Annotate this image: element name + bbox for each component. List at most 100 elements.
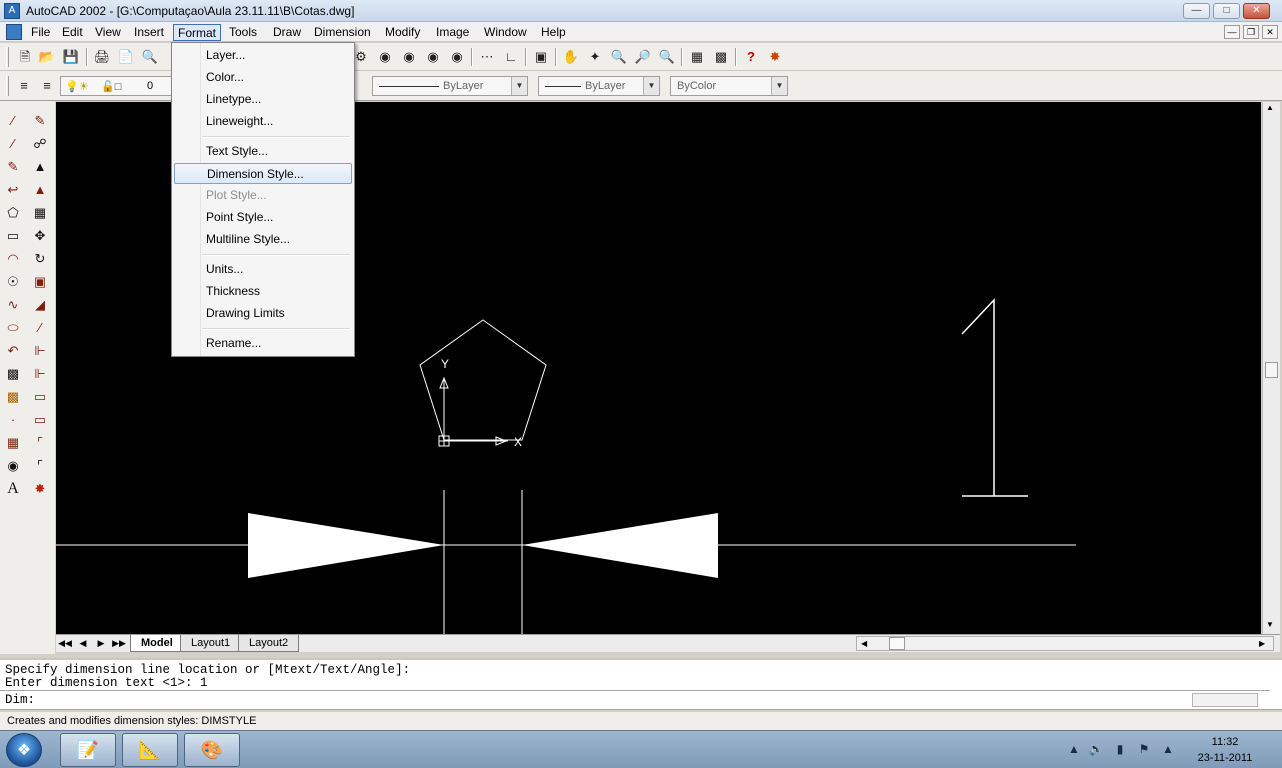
spline-icon[interactable]: ∿ <box>3 295 23 315</box>
menu-window[interactable]: Window <box>480 24 531 41</box>
chevron-down-icon[interactable]: ▼ <box>771 77 787 95</box>
linetype-select[interactable]: ByLayer ▼ <box>372 76 528 96</box>
show-hidden-icons-icon[interactable]: ▲ <box>1066 741 1082 757</box>
menu-item-layer[interactable]: Layer... <box>174 45 352 66</box>
menu-item-rename[interactable]: Rename... <box>174 333 352 354</box>
save-icon[interactable]: 💾 <box>62 48 80 66</box>
menu-item-thickness[interactable]: Thickness <box>174 281 352 302</box>
chevron-down-icon[interactable]: ▼ <box>511 77 527 95</box>
distance-icon[interactable]: ⋯ <box>478 48 496 66</box>
point-icon[interactable]: · <box>3 410 23 430</box>
aerial-view-icon[interactable]: ▣ <box>532 48 550 66</box>
first-tab-icon[interactable]: ◀◀ <box>57 636 73 651</box>
toolbar-grip[interactable] <box>6 47 9 67</box>
make-block-icon[interactable]: ▩ <box>3 387 23 407</box>
menu-help[interactable]: Help <box>537 24 570 41</box>
menu-image[interactable]: Image <box>432 24 473 41</box>
rectangle-icon[interactable]: ▭ <box>3 226 23 246</box>
open-folder-icon[interactable]: 📂 <box>38 48 56 66</box>
offset-icon[interactable]: ▲ <box>30 180 50 200</box>
autocad-app-icon[interactable]: A <box>4 3 20 19</box>
ucs-icon[interactable]: ∟ <box>502 48 520 66</box>
tab-layout2[interactable]: Layout2 <box>238 635 300 652</box>
menu-item-dimension-style[interactable]: Dimension Style... <box>174 163 352 184</box>
notepad-task-icon[interactable]: 📝 <box>60 733 116 767</box>
polygon-icon[interactable]: ↩ <box>3 180 23 200</box>
ellipse-arc-icon[interactable]: ↶ <box>3 341 23 361</box>
menu-edit[interactable]: Edit <box>58 24 87 41</box>
doc-minimize-button[interactable]: — <box>1224 25 1240 39</box>
command-window[interactable]: Specify dimension line location or [Mtex… <box>0 658 1282 710</box>
print-preview-icon[interactable]: 📄 <box>117 48 135 66</box>
menu-draw[interactable]: Draw <box>269 24 305 41</box>
device-icon[interactable]: ▮ <box>1112 741 1128 757</box>
scroll-thumb[interactable] <box>1265 362 1278 378</box>
copy-icon[interactable]: ☍ <box>30 134 50 154</box>
tab-model[interactable]: Model <box>130 635 184 652</box>
document-icon[interactable] <box>6 24 22 40</box>
menu-item-lineweight[interactable]: Lineweight... <box>174 111 352 132</box>
construction-line-icon[interactable]: ∕ <box>3 134 23 154</box>
scroll-left-icon[interactable]: ◀ <box>861 637 867 650</box>
mirror-icon[interactable]: ▲ <box>30 157 50 177</box>
menu-item-text-style[interactable]: Text Style... <box>174 141 352 162</box>
print-icon[interactable]: 🖨 <box>93 48 111 66</box>
multiline-text-icon[interactable]: A <box>3 479 23 499</box>
pentagon-icon[interactable]: ⬠ <box>3 203 23 223</box>
spell-check-icon[interactable]: 🔍 <box>141 48 159 66</box>
maximize-button[interactable]: □ <box>1213 3 1240 19</box>
menu-format[interactable]: Format <box>173 24 222 41</box>
chevron-down-icon[interactable]: ▼ <box>643 77 659 95</box>
menu-item-point-style[interactable]: Point Style... <box>174 207 352 228</box>
close-button[interactable]: ✕ <box>1243 3 1270 19</box>
doc-restore-button[interactable]: ❐ <box>1243 25 1259 39</box>
autocad-task-icon[interactable]: 📐 <box>122 733 178 767</box>
menu-item-linetype[interactable]: Linetype... <box>174 89 352 110</box>
menu-modify[interactable]: Modify <box>381 24 424 41</box>
zoom-previous-icon[interactable]: 🔎 <box>634 48 652 66</box>
insert-block-icon[interactable]: ▩ <box>3 364 23 384</box>
menu-dimension[interactable]: Dimension <box>310 24 375 41</box>
start-button[interactable]: ❖ <box>6 733 42 767</box>
circle-icon[interactable]: ☉ <box>3 272 23 292</box>
scroll-down-icon[interactable]: ▼ <box>1266 620 1274 629</box>
3d-orbit-icon[interactable]: ◉ <box>424 48 442 66</box>
make-current-layer-icon[interactable]: ≡ <box>38 77 56 95</box>
horizontal-scrollbar[interactable]: ◀ ▶ <box>856 636 1274 651</box>
polyline-icon[interactable]: ✎ <box>3 157 23 177</box>
minimize-button[interactable]: — <box>1183 3 1210 19</box>
scroll-up-icon[interactable]: ▲ <box>1266 103 1274 112</box>
next-tab-icon[interactable]: ▶ <box>93 636 109 651</box>
vertical-scrollbar[interactable]: ▲ ▼ <box>1262 102 1280 634</box>
named-views-icon[interactable]: ◉ <box>400 48 418 66</box>
zoom-extents-icon[interactable]: 🔍 <box>658 48 676 66</box>
hatch-icon[interactable]: ▦ <box>3 433 23 453</box>
menu-file[interactable]: File <box>27 24 54 41</box>
erase-icon[interactable]: ✎ <box>30 111 50 131</box>
properties-icon[interactable]: ▦ <box>688 48 706 66</box>
doc-close-button[interactable]: ✕ <box>1262 25 1278 39</box>
fillet-icon[interactable]: ⌜ <box>30 456 50 476</box>
menu-item-units[interactable]: Units... <box>174 259 352 280</box>
new-file-icon[interactable]: 🗎 <box>16 48 34 66</box>
lengthen-icon[interactable]: ∕ <box>30 318 50 338</box>
menu-view[interactable]: View <box>91 24 125 41</box>
line-icon[interactable]: ∕ <box>3 111 23 131</box>
ellipse-icon[interactable]: ⬭ <box>3 318 23 338</box>
menu-insert[interactable]: Insert <box>130 24 168 41</box>
scroll-right-icon[interactable]: ▶ <box>1259 637 1265 650</box>
today-icon[interactable]: ✸ <box>766 48 784 66</box>
prev-tab-icon[interactable]: ◀ <box>75 636 91 651</box>
trim-icon[interactable]: ⊩ <box>30 341 50 361</box>
help-icon[interactable]: ? <box>742 48 760 66</box>
menu-item-drawing-limits[interactable]: Drawing Limits <box>174 303 352 324</box>
lineweight-select[interactable]: ByLayer ▼ <box>538 76 660 96</box>
menu-tools[interactable]: Tools <box>225 24 261 41</box>
break-icon[interactable]: ▭ <box>30 387 50 407</box>
last-tab-icon[interactable]: ▶▶ <box>111 636 127 651</box>
layers-icon[interactable]: ≡ <box>15 77 33 95</box>
render-icon[interactable]: ◉ <box>448 48 466 66</box>
region-icon[interactable]: ◉ <box>3 456 23 476</box>
plotstyle-select[interactable]: ByColor ▼ <box>670 76 788 96</box>
move-icon[interactable]: ✥ <box>30 226 50 246</box>
